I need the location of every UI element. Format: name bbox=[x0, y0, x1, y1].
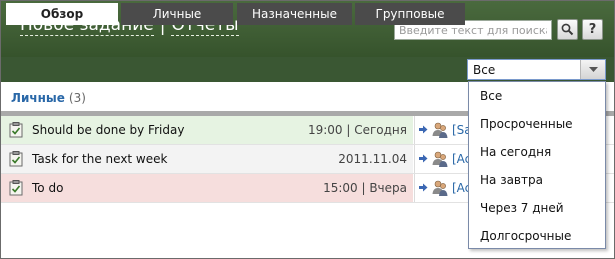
arrow-right-icon bbox=[419, 125, 428, 134]
task-date: 15:00 | Вчера bbox=[323, 181, 407, 195]
users-icon bbox=[432, 151, 448, 167]
arrow-right-icon bbox=[419, 154, 428, 163]
filter-option-long-term[interactable]: Долгосрочные bbox=[469, 222, 605, 250]
tab-personal[interactable]: Личные bbox=[121, 3, 233, 25]
section-heading: Личные (3) bbox=[11, 91, 86, 105]
task-title[interactable]: Should be done by Friday bbox=[32, 123, 184, 137]
magnifier-icon bbox=[561, 23, 574, 36]
dropdown-toggle[interactable] bbox=[580, 60, 605, 79]
task-main: Task for the next week 2011.11.04 bbox=[1, 145, 413, 173]
filter-selected-value: Все bbox=[473, 62, 496, 77]
section-count: (3) bbox=[68, 91, 86, 105]
tab-group[interactable]: Групповые bbox=[355, 3, 465, 25]
filter-dropdown-list: Все Просроченные На сегодня На завтра Че… bbox=[468, 81, 606, 249]
clipboard-icon bbox=[9, 151, 23, 167]
filter-option-today[interactable]: На сегодня bbox=[469, 138, 605, 166]
section-title[interactable]: Личные bbox=[11, 91, 65, 105]
help-button[interactable]: ? bbox=[582, 19, 603, 40]
clipboard-icon bbox=[9, 180, 23, 196]
users-icon bbox=[432, 180, 448, 196]
users-icon bbox=[432, 122, 448, 138]
filter-option-tomorrow[interactable]: На завтра bbox=[469, 166, 605, 194]
task-date: 2011.11.04 bbox=[338, 152, 407, 166]
filter-select[interactable]: Все bbox=[467, 59, 606, 80]
arrow-right-icon bbox=[419, 183, 428, 192]
task-date: 19:00 | Сегодня bbox=[307, 123, 407, 137]
search-button[interactable] bbox=[557, 19, 578, 40]
tab-assigned[interactable]: Назначенные bbox=[237, 3, 352, 25]
task-main: To do 15:00 | Вчера bbox=[1, 174, 413, 202]
task-main: Should be done by Friday 19:00 | Сегодня bbox=[1, 116, 413, 144]
chevron-down-icon bbox=[588, 66, 598, 72]
question-icon: ? bbox=[588, 22, 597, 37]
tab-overview[interactable]: Обзор bbox=[6, 3, 118, 25]
filter-option-all[interactable]: Все bbox=[469, 82, 605, 110]
task-title[interactable]: Task for the next week bbox=[32, 152, 167, 166]
clipboard-icon bbox=[9, 122, 23, 138]
task-title[interactable]: To do bbox=[32, 181, 63, 195]
filter-option-overdue[interactable]: Просроченные bbox=[469, 110, 605, 138]
filter-option-7-days[interactable]: Через 7 дней bbox=[469, 194, 605, 222]
